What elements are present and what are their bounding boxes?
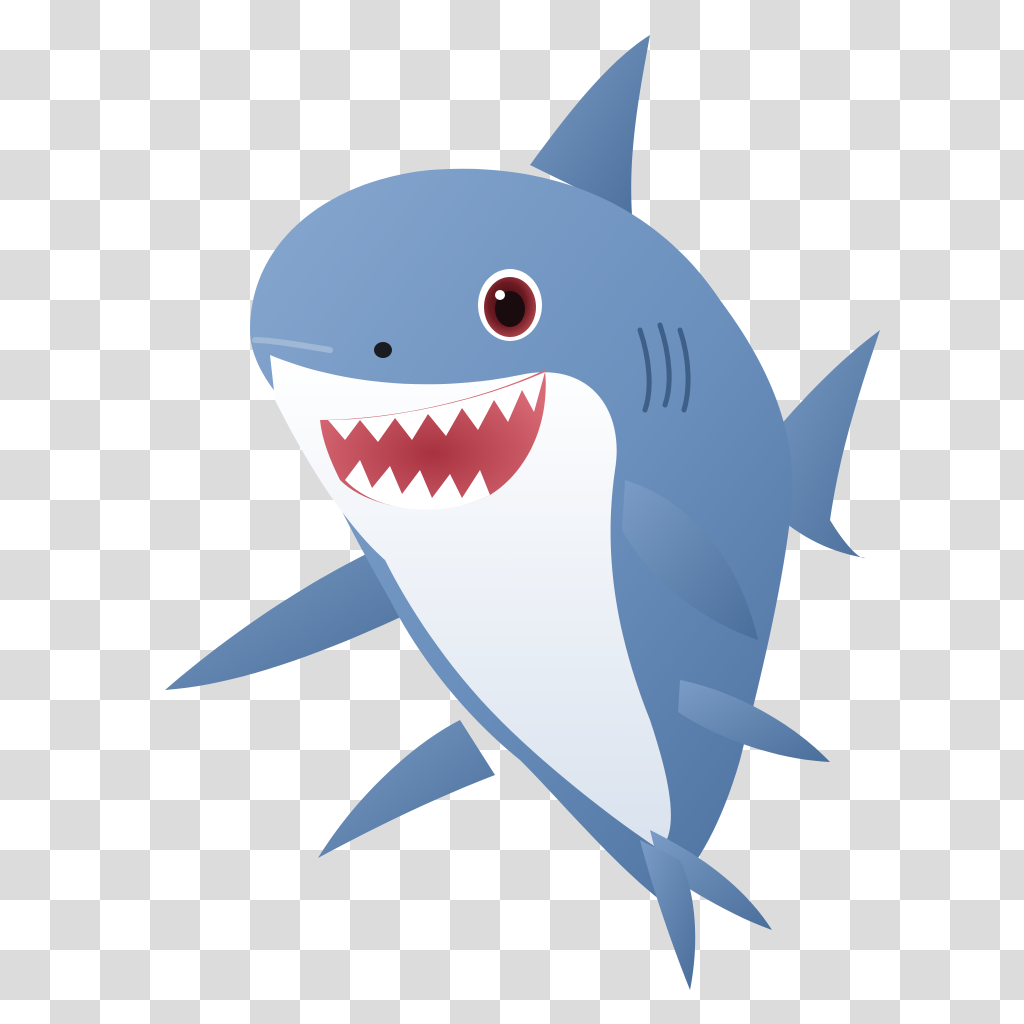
nostril [374,342,392,358]
left-pectoral-fin [165,545,405,690]
eye [478,269,542,341]
left-pelvic-fin [318,720,495,858]
shark-illustration [165,35,880,990]
transparency-background [0,0,1024,1024]
